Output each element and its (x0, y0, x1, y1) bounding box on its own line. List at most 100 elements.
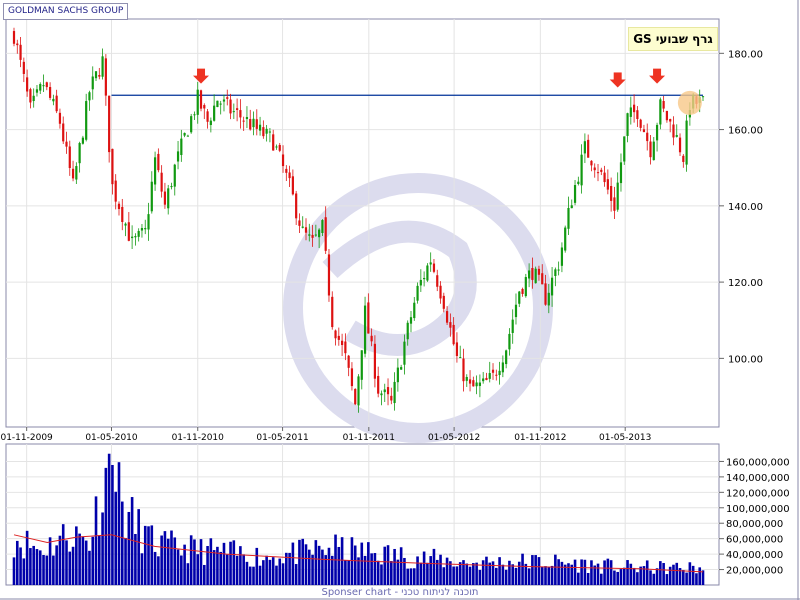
volume-bar (32, 545, 35, 585)
candle-up (629, 107, 632, 117)
footer-text: Sponser chart - תוכנה לניתוח טכני (321, 587, 479, 598)
volume-bar (157, 556, 160, 585)
volume-bar (655, 568, 659, 585)
price-y-tick-label: 100.00 (728, 354, 763, 365)
candle-down (324, 217, 327, 251)
candle-down (127, 222, 130, 241)
volume-bar (619, 569, 623, 585)
volume-bar (199, 539, 203, 585)
candle-up (416, 285, 419, 301)
volume-bar (363, 555, 367, 585)
volume-bar (632, 567, 636, 585)
candle-down (48, 87, 52, 98)
candle-up (482, 378, 485, 382)
candle-down (121, 206, 124, 223)
volume-bar (406, 568, 410, 585)
candle-down (199, 90, 203, 109)
volume-bar (649, 570, 652, 585)
volume-y-ticks: 20,000,000 40,000,000 60,000,000 80,000,000… (719, 457, 790, 577)
x-tick-label: 01-05-2010 (85, 433, 138, 443)
candle-down (596, 172, 600, 174)
volume-bar (682, 569, 685, 585)
candle-up (675, 135, 678, 137)
volume-bar (478, 569, 482, 585)
candle-up (524, 277, 527, 297)
volume-bar (239, 546, 242, 585)
volume-bar (547, 567, 551, 585)
volume-bar (222, 542, 226, 585)
candle-down (367, 302, 370, 334)
volume-bar (307, 549, 311, 585)
volume-bar (517, 561, 521, 585)
candle-down (344, 341, 347, 354)
volume-bar (42, 554, 45, 585)
candle-down (678, 137, 682, 153)
volume-bar (498, 557, 501, 585)
candle-down (334, 330, 337, 339)
candle-down (373, 343, 377, 379)
candle-up (357, 376, 360, 406)
candle-down (108, 95, 111, 153)
candle-down (295, 193, 298, 219)
volume-bar (580, 559, 583, 585)
volume-bar (432, 548, 436, 585)
volume-bar (557, 559, 560, 585)
volume-bar (534, 555, 537, 585)
candle-down (354, 388, 357, 405)
candle-up (478, 382, 481, 386)
candle-down (239, 110, 242, 118)
volume-bar (298, 539, 301, 585)
volume-bar (120, 501, 124, 585)
volume-bar (216, 546, 219, 585)
volume-bar (98, 535, 101, 585)
volume-bar (278, 558, 282, 585)
candle-down (58, 112, 62, 124)
volume-bar (629, 563, 633, 585)
volume-bar (652, 573, 656, 585)
candle-up (419, 279, 422, 286)
volume-bar (294, 564, 298, 585)
volume-bar (262, 560, 265, 585)
candle-down (521, 288, 524, 294)
volume-bar (550, 565, 554, 585)
candle-up (564, 227, 567, 251)
volume-bar (583, 559, 587, 585)
volume-bar (521, 553, 524, 585)
candle-down (590, 160, 593, 166)
volume-bar (370, 553, 373, 585)
volume-y-tick-label: 120,000,000 (726, 488, 790, 499)
candle-up (134, 236, 137, 238)
candle-down (587, 139, 590, 158)
candle-down (636, 110, 639, 119)
volume-bar (163, 531, 167, 585)
candle-up (190, 116, 193, 133)
volume-bar (439, 554, 442, 585)
candle-down (298, 220, 301, 226)
volume-bar (422, 551, 426, 585)
candle-down (291, 176, 294, 195)
candle-down (340, 340, 344, 346)
candle-down (649, 141, 652, 158)
volume-bar (337, 546, 341, 585)
price-y-tick-label: 180.00 (728, 49, 763, 60)
candle-down (452, 324, 455, 345)
volume-bar (150, 525, 154, 585)
candle-up (91, 76, 94, 90)
candle-up (275, 146, 278, 148)
candle-up (409, 317, 413, 324)
volume-bar (691, 565, 695, 585)
candle-down (468, 379, 472, 384)
candle-up (39, 84, 42, 91)
candle-up (488, 373, 491, 379)
candle-up (252, 118, 255, 128)
volume-bar (452, 566, 455, 585)
candle-up (475, 382, 478, 387)
volume-bar (304, 544, 308, 585)
candle-up (52, 98, 55, 102)
candle-down (603, 172, 606, 183)
x-tick-label: 01-11-2011 (343, 433, 395, 443)
volume-bar (173, 537, 177, 585)
volume-bar (449, 561, 452, 585)
down-arrow-stem (197, 68, 206, 77)
candle-down (16, 43, 19, 46)
